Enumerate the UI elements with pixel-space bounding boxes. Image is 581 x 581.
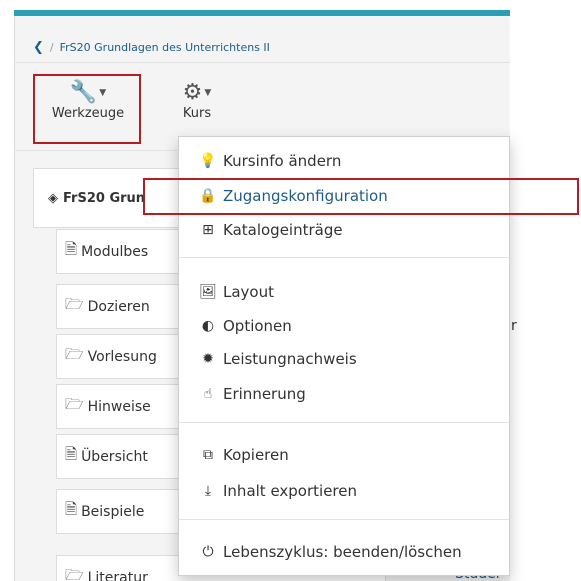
breadcrumb-separator: / <box>49 41 54 54</box>
menu-item-layout[interactable]: 🖼 Layout <box>179 277 509 307</box>
menu-item-label: Erinnerung <box>223 385 306 403</box>
folder-icon: 🗁 <box>65 295 84 313</box>
copy-icon: ⧉ <box>203 447 213 463</box>
menu-item-erinnerung[interactable]: ☝ Erinnerung <box>179 379 509 409</box>
screen: ❮ / FrS20 Grundlagen des Unterrichtens I… <box>0 0 581 581</box>
menu-divider <box>179 519 509 520</box>
gears-icon: ⚙ ▼ <box>182 80 212 105</box>
tree-item-label: Vorlesung <box>87 348 157 365</box>
folder-icon: 🗁 <box>65 345 84 363</box>
lightbulb-icon: 💡 <box>199 153 217 169</box>
menu-item-label: Kopieren <box>223 446 289 464</box>
cube-icon: ◈ <box>48 190 58 206</box>
toggle-icon: ◐ <box>201 318 215 334</box>
divider <box>14 62 510 63</box>
course-label: Kurs <box>182 106 212 121</box>
hand-pointer-icon: ☝ <box>203 386 213 402</box>
sitemap-icon: ⊞ <box>202 222 214 238</box>
menu-item-label: Optionen <box>223 317 292 335</box>
course-menu-button[interactable]: ⚙ ▼ Kurs <box>172 80 222 121</box>
menu-item-leistungnachweis[interactable]: ✹ Leistungnachweis <box>179 344 509 374</box>
folder-icon: 🗁 <box>65 566 84 581</box>
menu-item-lebenszyklus[interactable]: ⏻ Lebenszyklus: beenden/löschen <box>179 537 509 567</box>
file-icon: 🗎 <box>65 240 78 258</box>
file-icon: 🗎 <box>65 445 78 463</box>
menu-item-label: Leistungnachweis <box>223 350 357 368</box>
breadcrumb-course-link[interactable]: FrS20 Grundlagen des Unterrichtens II <box>60 41 270 54</box>
tree-item-label: Dozieren <box>87 298 150 315</box>
menu-divider <box>179 422 509 423</box>
menu-item-inhalt-exportieren[interactable]: ⤓ Inhalt exportieren <box>179 476 509 506</box>
menu-item-label: Katalogeinträge <box>223 221 343 239</box>
tree-item-label: Übersicht <box>81 448 148 465</box>
background-text-fragment: r <box>511 318 517 334</box>
menu-item-kopieren[interactable]: ⧉ Kopieren <box>179 440 509 470</box>
zugangskonfiguration-highlight-box <box>143 178 579 215</box>
menu-item-label: Lebenszyklus: beenden/löschen <box>223 543 462 561</box>
file-icon: 🗎 <box>65 500 78 518</box>
tree-item-label: Beispiele <box>81 503 145 520</box>
breadcrumb: ❮ / FrS20 Grundlagen des Unterrichtens I… <box>33 40 270 55</box>
course-tree-root-label: FrS20 Grun <box>63 190 146 206</box>
download-icon: ⤓ <box>204 483 212 499</box>
tree-item-label: Modulbes <box>81 243 149 260</box>
menu-item-kursinfo[interactable]: 💡 Kursinfo ändern <box>179 146 509 176</box>
tools-highlight-box <box>33 74 141 144</box>
folder-icon: 🗁 <box>65 395 84 413</box>
menu-divider <box>179 257 509 258</box>
chevron-left-icon[interactable]: ❮ <box>33 40 44 55</box>
menu-item-katalogeintraege[interactable]: ⊞ Katalogeinträge <box>179 215 509 245</box>
tree-item-label: Literatur <box>87 569 148 581</box>
image-icon: 🖼 <box>199 284 217 300</box>
menu-item-label: Layout <box>223 283 274 301</box>
badge-icon: ✹ <box>202 351 214 367</box>
tree-item-label: Hinweise <box>87 398 151 415</box>
menu-item-optionen[interactable]: ◐ Optionen <box>179 311 509 341</box>
menu-item-label: Kursinfo ändern <box>223 152 342 170</box>
menu-item-label: Inhalt exportieren <box>223 482 358 500</box>
power-icon: ⏻ <box>202 544 214 560</box>
